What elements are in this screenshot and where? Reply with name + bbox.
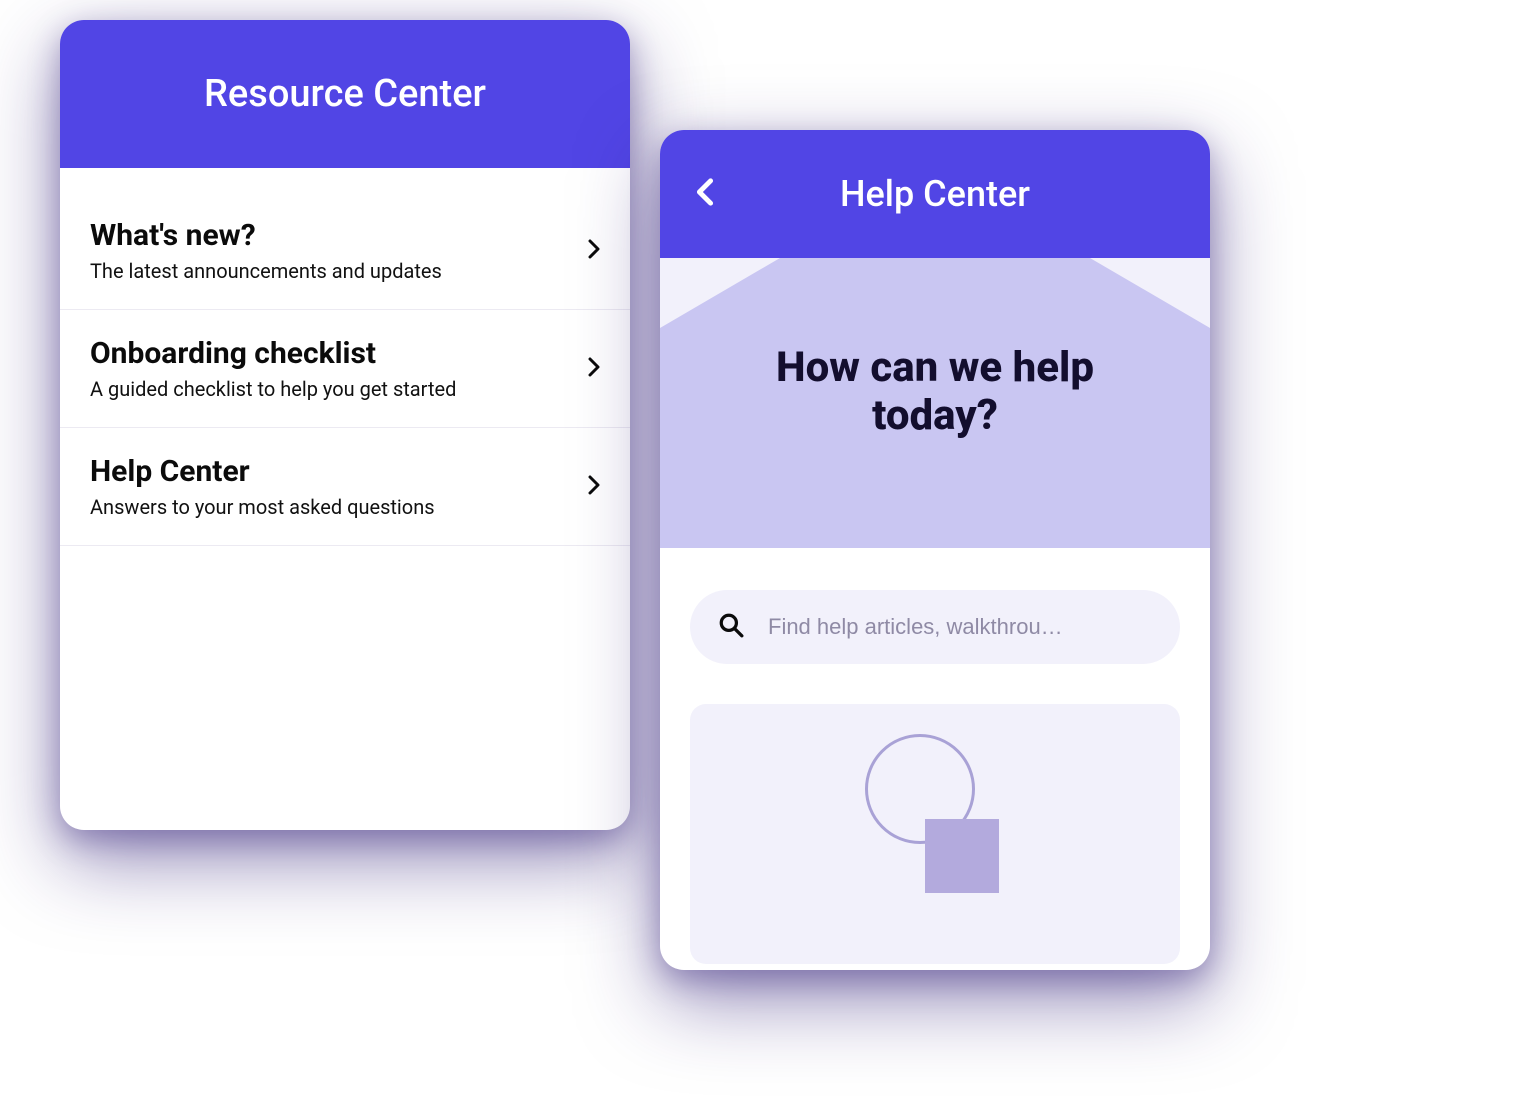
chevron-right-icon — [588, 357, 600, 381]
resource-item-onboarding[interactable]: Onboarding checklist A guided checklist … — [60, 310, 630, 428]
help-center-card: Help Center How can we help today? — [660, 130, 1210, 970]
resource-item-subtitle: The latest announcements and updates — [90, 259, 588, 283]
resource-item-whats-new[interactable]: What's new? The latest announcements and… — [60, 192, 630, 310]
resource-item-text: Help Center Answers to your most asked q… — [90, 454, 588, 519]
help-article-card[interactable] — [690, 704, 1180, 964]
resource-center-title: Resource Center — [204, 72, 486, 116]
resource-item-title: Help Center — [90, 454, 588, 489]
resource-center-header: Resource Center — [60, 20, 630, 168]
placeholder-image-icon — [855, 734, 1015, 894]
back-button[interactable] — [696, 173, 714, 215]
hero-decoration — [1090, 258, 1210, 328]
help-search[interactable] — [690, 590, 1180, 664]
help-center-title: Help Center — [840, 173, 1030, 215]
resource-item-title: What's new? — [90, 218, 588, 253]
hero-decoration — [660, 258, 780, 328]
help-center-header: Help Center — [660, 130, 1210, 258]
resource-item-subtitle: Answers to your most asked questions — [90, 495, 588, 519]
resource-item-help-center[interactable]: Help Center Answers to your most asked q… — [60, 428, 630, 546]
resource-item-subtitle: A guided checklist to help you get start… — [90, 377, 588, 401]
resource-center-list: What's new? The latest announcements and… — [60, 168, 630, 546]
placeholder-square — [925, 819, 999, 893]
chevron-right-icon — [588, 239, 600, 263]
search-icon — [718, 612, 744, 642]
resource-item-text: What's new? The latest announcements and… — [90, 218, 588, 283]
chevron-left-icon — [696, 173, 714, 215]
help-hero-heading: How can we help today? — [660, 344, 1210, 441]
resource-item-text: Onboarding checklist A guided checklist … — [90, 336, 588, 401]
help-hero: How can we help today? — [660, 258, 1210, 548]
help-search-input[interactable] — [768, 614, 1152, 640]
resource-item-title: Onboarding checklist — [90, 336, 588, 371]
help-search-wrap — [660, 548, 1210, 694]
resource-center-card: Resource Center What's new? The latest a… — [60, 20, 630, 830]
chevron-right-icon — [588, 475, 600, 499]
